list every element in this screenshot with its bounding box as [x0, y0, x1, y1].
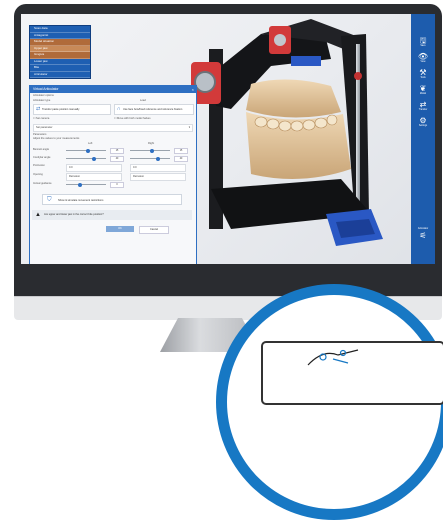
bennett-right-slider[interactable] [130, 148, 170, 153]
layer-item[interactable]: Articulator [30, 72, 90, 78]
model-icon: ❦ [419, 84, 427, 93]
close-icon[interactable]: × [192, 86, 194, 93]
incisal-slider[interactable] [66, 182, 106, 187]
toolbar-tools[interactable]: ⚒ Tools [411, 68, 435, 80]
protrusion-right-select[interactable]: 0.0 [130, 164, 186, 172]
set-camera-checkbox[interactable]: ☐ Set camera [33, 117, 49, 121]
dialog-title-bar: Virtual Articulator × [30, 86, 196, 93]
headset-icon: ∩ [117, 106, 121, 112]
toolbar-view[interactable]: 👁 View [411, 52, 435, 64]
layers-panel: Scan data Antagonist Model situation Upp… [29, 25, 91, 79]
chevron-down-icon: ▾ [188, 126, 190, 129]
save-icon: 🖫 [419, 36, 427, 45]
manual-transfer-option[interactable]: ⇄ Transfer paste position manually [33, 104, 111, 115]
transfer-icon: ⇄ [419, 100, 427, 109]
parameters-hint: Adjust the values to your measurements [33, 137, 80, 140]
articulator-dialog: Virtual Articulator × Articulator option… [29, 85, 197, 264]
right-toolbar: 🖫 Save 👁 View ⚒ Tools ❦ Model ⇄ Transfer ⚙ Set… [411, 14, 435, 264]
row-label: Protrusion [33, 164, 45, 167]
load-link[interactable]: Load [140, 99, 146, 103]
dialog-title: Virtual Articulator [33, 87, 59, 91]
column-left-header: Left [88, 142, 93, 145]
cancel-button[interactable]: Cancel [139, 226, 169, 234]
row-label: Opening [33, 173, 43, 176]
column-right-header: Right [148, 142, 155, 145]
condylar-right-slider[interactable] [130, 156, 170, 161]
toolbar-save[interactable]: 🖫 Save [411, 36, 435, 48]
settings-icon: ⚙ [419, 116, 427, 125]
option-label: Use face bow/fixed reference and referen… [123, 108, 183, 111]
warning-icon: ▲ [35, 212, 41, 218]
ok-button[interactable]: OK [106, 226, 134, 232]
articulator-icon: ⚟ [419, 231, 427, 240]
option-label: Transfer paste position manually [42, 108, 80, 111]
opening-left-select[interactable]: Retrusion [66, 173, 122, 181]
facebow-option[interactable]: ∩ Use face bow/fixed reference and refer… [114, 104, 194, 115]
toolbar-settings[interactable]: ⚙ Settings [411, 116, 435, 128]
row-label: Bennett angle [33, 148, 50, 151]
toolbar-model[interactable]: ❦ Model [411, 84, 435, 96]
condylar-left-slider[interactable] [66, 156, 106, 161]
incisal-value[interactable]: 0 [110, 182, 124, 188]
articulator-type-label: Articulator type [33, 99, 51, 102]
tooth-icon: ⛉ [47, 197, 52, 203]
toolbar-articulator[interactable]: Articulator ⚟ [411, 228, 435, 240]
incisal-label: Incisal guidance [33, 182, 52, 185]
simulate-movement-button[interactable]: ⛉ Show & simulate movement restrictions [42, 194, 182, 205]
incisal-pin [356, 44, 360, 219]
toolbar-transfer[interactable]: ⇄ Transfer [411, 100, 435, 112]
condyle-left-icon [194, 71, 216, 93]
articulator-label-plate [291, 56, 321, 66]
condylar-right-value[interactable]: 40 [174, 156, 188, 162]
bennett-left-slider[interactable] [66, 148, 106, 153]
view-icon: 👁 [417, 52, 429, 61]
upper-model [246, 79, 341, 118]
link-icon: ⇄ [36, 106, 41, 112]
condylar-left-value[interactable]: 40 [110, 156, 124, 162]
pin-screw-icon [354, 72, 362, 80]
feature-badge-card [261, 341, 443, 405]
bennett-left-value[interactable]: 15 [110, 148, 124, 154]
tools-icon: ⚒ [419, 68, 427, 77]
bite-warning: ▲ Are upper and lower jaw in the correct… [32, 210, 192, 220]
section-label: Articulator options [33, 94, 54, 97]
opening-right-select[interactable]: Retrusion [130, 173, 186, 181]
articulator-3d-view[interactable] [191, 14, 415, 264]
bennett-right-value[interactable]: 15 [174, 148, 188, 154]
app-screen: Scan data Antagonist Model situation Upp… [21, 14, 435, 264]
parameter-dropdown[interactable]: Set parameter ▾ [33, 124, 193, 132]
move-both-checkbox[interactable]: ☐ Move with both model halves [114, 117, 151, 121]
row-label: Condylar angle [33, 156, 51, 159]
articulator-outline-icon [307, 349, 359, 366]
protrusion-left-select[interactable]: 0.0 [66, 164, 122, 172]
